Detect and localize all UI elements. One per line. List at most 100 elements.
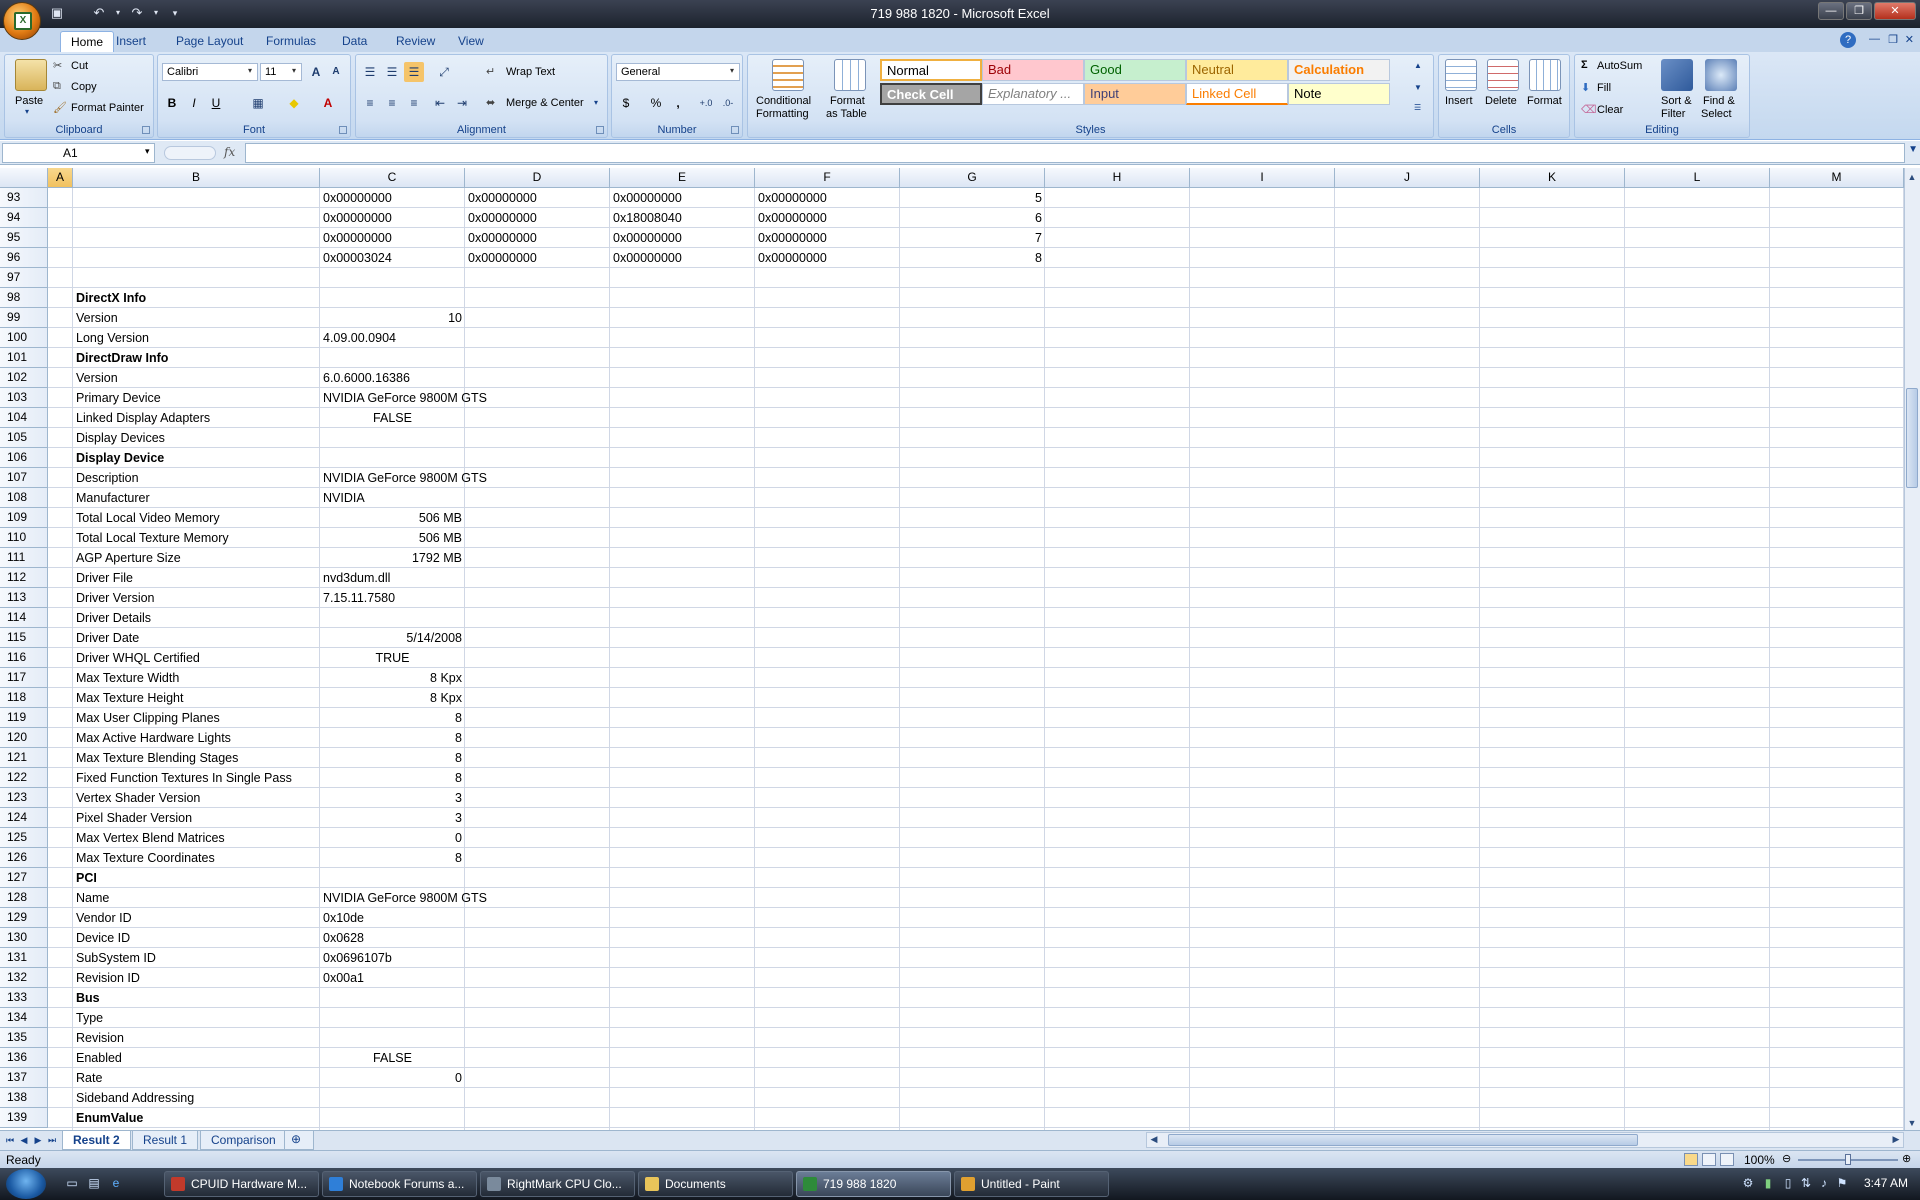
- cell-b107[interactable]: Description: [73, 468, 320, 488]
- row-header[interactable]: 110: [0, 528, 48, 548]
- row-header[interactable]: 111: [0, 548, 48, 568]
- cell-c132[interactable]: 0x00a1: [320, 968, 465, 988]
- minimize-button[interactable]: —: [1818, 2, 1844, 20]
- help-icon[interactable]: ?: [1840, 32, 1856, 48]
- first-sheet-icon[interactable]: ⏮: [4, 1133, 16, 1148]
- select-all-button[interactable]: [0, 168, 48, 188]
- cell-b139[interactable]: EnumValue: [73, 1108, 320, 1128]
- conditional-formatting-icon[interactable]: [772, 59, 804, 91]
- cell-b119[interactable]: Max User Clipping Planes: [73, 708, 320, 728]
- row-header[interactable]: 116: [0, 648, 48, 668]
- cell-c137[interactable]: 0: [320, 1068, 465, 1088]
- row-header[interactable]: 97: [0, 268, 48, 288]
- cell-e96[interactable]: 0x00000000: [610, 248, 755, 268]
- cell-c108[interactable]: NVIDIA: [320, 488, 465, 508]
- font-size-dropdown-icon[interactable]: ▾: [292, 66, 296, 75]
- column-header-e[interactable]: E: [610, 168, 755, 188]
- cell-c103[interactable]: NVIDIA GeForce 9800M GTS: [320, 388, 487, 408]
- taskbar-button[interactable]: Untitled - Paint: [954, 1171, 1109, 1197]
- cell-c93[interactable]: 0x00000000: [320, 188, 465, 208]
- row-header[interactable]: 136: [0, 1048, 48, 1068]
- clipboard-launcher-icon[interactable]: [142, 126, 150, 134]
- column-header-c[interactable]: C: [320, 168, 465, 188]
- paste-icon[interactable]: [15, 59, 47, 91]
- switch-windows-icon[interactable]: ▤: [86, 1176, 102, 1192]
- office-button[interactable]: X: [3, 2, 41, 40]
- cell-b108[interactable]: Manufacturer: [73, 488, 320, 508]
- cell-e93[interactable]: 0x00000000: [610, 188, 755, 208]
- network-tray-icon[interactable]: ⇅: [1798, 1176, 1814, 1192]
- autosum-icon[interactable]: Σ: [1581, 59, 1588, 71]
- styles-scroll-up-icon[interactable]: ▲: [1414, 61, 1422, 70]
- battery-tray-icon[interactable]: ▯: [1780, 1176, 1796, 1192]
- cell-b101[interactable]: DirectDraw Info: [73, 348, 320, 368]
- conditional-formatting-label2[interactable]: Formatting: [756, 108, 809, 120]
- last-sheet-icon[interactable]: ⏭: [46, 1133, 58, 1148]
- row-header[interactable]: 133: [0, 988, 48, 1008]
- comma-button[interactable]: ,: [668, 93, 688, 113]
- cell-style-input[interactable]: Input: [1084, 83, 1186, 105]
- start-button[interactable]: [6, 1169, 46, 1199]
- currency-button[interactable]: $: [616, 93, 636, 113]
- align-center-icon[interactable]: ≡: [382, 93, 402, 113]
- column-header-i[interactable]: I: [1190, 168, 1335, 188]
- column-header-l[interactable]: L: [1625, 168, 1770, 188]
- cell-b116[interactable]: Driver WHQL Certified: [73, 648, 320, 668]
- zoom-slider-handle[interactable]: [1845, 1154, 1851, 1165]
- sheet-tab-result-1[interactable]: Result 1: [132, 1131, 199, 1150]
- cell-c115[interactable]: 5/14/2008: [320, 628, 465, 648]
- row-header[interactable]: 124: [0, 808, 48, 828]
- borders-icon[interactable]: ▦: [248, 93, 268, 113]
- cell-f94[interactable]: 0x00000000: [755, 208, 900, 228]
- number-launcher-icon[interactable]: [731, 126, 739, 134]
- cell-b113[interactable]: Driver Version: [73, 588, 320, 608]
- zoom-level[interactable]: 100%: [1744, 1153, 1775, 1167]
- formula-input[interactable]: [245, 143, 1905, 163]
- close-button[interactable]: ✕: [1874, 2, 1916, 20]
- scroll-left-icon[interactable]: ◀: [1146, 1134, 1162, 1145]
- tab-page-layout[interactable]: Page Layout: [166, 31, 253, 52]
- page-break-view-icon[interactable]: [1720, 1153, 1734, 1166]
- align-middle-icon[interactable]: ☰: [382, 62, 402, 82]
- row-header[interactable]: 130: [0, 928, 48, 948]
- cell-b130[interactable]: Device ID: [73, 928, 320, 948]
- column-header-k[interactable]: K: [1480, 168, 1625, 188]
- cell-style-normal[interactable]: Normal: [880, 59, 982, 81]
- taskbar-button[interactable]: RightMark CPU Clo...: [480, 1171, 635, 1197]
- row-header[interactable]: 121: [0, 748, 48, 768]
- cell-g96[interactable]: 8: [900, 248, 1045, 268]
- cell-e94[interactable]: 0x18008040: [610, 208, 755, 228]
- cell-c120[interactable]: 8: [320, 728, 465, 748]
- sheet-tab-result-2[interactable]: Result 2: [62, 1131, 131, 1150]
- row-header[interactable]: 99: [0, 308, 48, 328]
- sort-filter-icon[interactable]: [1661, 59, 1693, 91]
- row-header[interactable]: 139: [0, 1108, 48, 1128]
- cut-icon[interactable]: ✂: [53, 59, 62, 72]
- prev-sheet-icon[interactable]: ◀: [18, 1133, 30, 1148]
- cell-b133[interactable]: Bus: [73, 988, 320, 1008]
- conditional-formatting-button[interactable]: Conditional: [756, 95, 811, 107]
- cell-b129[interactable]: Vendor ID: [73, 908, 320, 928]
- column-header-h[interactable]: H: [1045, 168, 1190, 188]
- orientation-icon[interactable]: ⤢: [434, 62, 454, 82]
- cell-b102[interactable]: Version: [73, 368, 320, 388]
- cell-c121[interactable]: 8: [320, 748, 465, 768]
- cell-b136[interactable]: Enabled: [73, 1048, 320, 1068]
- insert-function-button[interactable]: fx: [160, 143, 245, 163]
- cell-b123[interactable]: Vertex Shader Version: [73, 788, 320, 808]
- cell-f93[interactable]: 0x00000000: [755, 188, 900, 208]
- row-header[interactable]: 131: [0, 948, 48, 968]
- sort-filter-label2[interactable]: Filter: [1661, 108, 1685, 120]
- row-header[interactable]: 103: [0, 388, 48, 408]
- styles-more-icon[interactable]: ☰: [1414, 103, 1421, 112]
- row-header[interactable]: 113: [0, 588, 48, 608]
- gear-tray-icon[interactable]: ⚙: [1740, 1176, 1756, 1192]
- zoom-out-icon[interactable]: ⊖: [1782, 1152, 1791, 1165]
- cell-c136[interactable]: FALSE: [320, 1048, 465, 1068]
- decrease-indent-icon[interactable]: ⇤: [430, 93, 450, 113]
- cut-button[interactable]: Cut: [71, 60, 88, 72]
- cell-c129[interactable]: 0x10de: [320, 908, 465, 928]
- fill-button[interactable]: Fill: [1597, 82, 1611, 94]
- row-header[interactable]: 96: [0, 248, 48, 268]
- row-header[interactable]: 101: [0, 348, 48, 368]
